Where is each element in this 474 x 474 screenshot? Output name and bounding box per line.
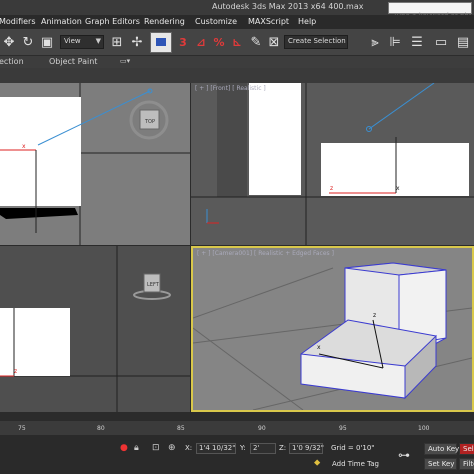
timeline-tick: 80	[97, 425, 105, 432]
grid-size-label: Grid = 0'10"	[331, 444, 375, 452]
key-mode-dropdown[interactable]: Selec	[459, 443, 474, 455]
ribbon-panel	[0, 68, 474, 83]
viewport-top-left[interactable]: TOP x	[0, 83, 190, 245]
viewport-front-canvas	[191, 83, 474, 245]
key-filters-button[interactable]: Filters...	[459, 458, 474, 470]
x-coordinate-field[interactable]: 1'4 10/32"	[196, 443, 236, 454]
menu-animation[interactable]: Animation	[41, 17, 82, 26]
timeline-tick: 75	[18, 425, 26, 432]
menu-modifiers[interactable]: Modifiers	[0, 17, 36, 26]
isolate-icon[interactable]: ⊡	[152, 443, 160, 453]
tab-selection[interactable]: ection	[0, 57, 24, 66]
reference-coord-value: View	[64, 37, 81, 45]
layer-manager-icon[interactable]: ☰	[408, 33, 426, 51]
axis-z-label: z	[373, 312, 377, 319]
spinner-snap-icon[interactable]: ⊾	[228, 33, 246, 51]
viewport-camera-label[interactable]: [ + ] [Camera001] [ Realistic + Edged Fa…	[197, 250, 334, 257]
y-label: Y:	[240, 444, 246, 452]
timeline-tick: 85	[177, 425, 185, 432]
edit-named-selection-icon[interactable]: ⊠	[265, 33, 283, 51]
main-toolbar: ✥ ↻ ▣ View ▼ ⊞ ✢ 3 ⊿ % ⊾ ✎ ⊠ Create Sele…	[0, 29, 474, 56]
reference-coord-dropdown[interactable]: View ▼	[60, 35, 104, 49]
pivot-center-icon[interactable]: ⊞	[108, 33, 126, 51]
curve-editor-icon[interactable]: ▤	[454, 33, 472, 51]
axis-z-label: z	[14, 368, 18, 375]
status-bar: ● 🔒︎ ⊡ ⊕ X: 1'4 10/32" Y: 2' Z: 1'0 9/32…	[0, 435, 474, 474]
add-time-tag-label[interactable]: Add Time Tag	[332, 460, 379, 468]
selection-lock-icon[interactable]: 🔒︎	[134, 443, 139, 453]
viewport-top-left-canvas: TOP	[0, 83, 190, 245]
menu-bar: Modifiers Animation Graph Editors Render…	[0, 15, 474, 29]
set-key-button[interactable]: Set Key	[424, 458, 457, 470]
timeline-tick: 90	[258, 425, 266, 432]
keyboard-icon	[156, 38, 166, 46]
search-box[interactable]	[388, 2, 472, 21]
wall-shadow	[217, 83, 247, 197]
set-key-icon[interactable]: ⊶	[398, 448, 410, 462]
viewport-front-label[interactable]: [ + ] [Front] [ Realistic ]	[195, 85, 266, 92]
axis-z-label: z	[330, 185, 334, 192]
angle-snap-icon[interactable]: ⊿	[192, 33, 210, 51]
x-coordinate-value: 1'4 10/32"	[199, 444, 236, 452]
selection-set-dropdown[interactable]: Create Selection Se	[284, 35, 348, 49]
box-object[interactable]	[0, 308, 70, 376]
rotate-icon[interactable]: ↻	[19, 33, 37, 51]
auto-key-button[interactable]: Auto Key	[424, 443, 459, 455]
chevron-down-icon: ▼	[95, 37, 101, 45]
shadow-shape	[0, 208, 78, 219]
z-label: Z:	[279, 444, 287, 452]
time-tag-icon: ⬥	[314, 458, 321, 468]
menu-customize[interactable]: Customize	[195, 17, 237, 26]
axis-x-label: x	[396, 185, 400, 192]
select-manipulate-icon[interactable]: ✢	[128, 33, 146, 51]
scale-icon[interactable]: ▣	[38, 33, 56, 51]
z-coordinate-value: 1'0 9/32"	[292, 444, 324, 452]
window-title: Autodesk 3ds Max 2013 x64 400.max	[212, 2, 364, 11]
timeline-ruler[interactable]: 75 80 85 90 95 100	[0, 421, 474, 435]
timeline-tick: 95	[339, 425, 347, 432]
named-selection-icon[interactable]: ✎	[247, 33, 265, 51]
graphite-ribbon-icon[interactable]: ▭	[432, 33, 450, 51]
viewport-camera-canvas	[193, 248, 472, 410]
svg-text:LEFT: LEFT	[147, 282, 160, 288]
x-label: X:	[185, 444, 193, 452]
timeline-tick: 100	[418, 425, 430, 432]
y-coordinate-value: 2'	[253, 444, 260, 452]
seat-object[interactable]	[321, 143, 469, 196]
menu-rendering[interactable]: Rendering	[144, 17, 185, 26]
svg-text:TOP: TOP	[144, 119, 155, 125]
keyboard-shortcut-override-button[interactable]	[150, 32, 172, 53]
menu-maxscript[interactable]: MAXScript	[248, 17, 289, 26]
z-coordinate-field[interactable]: 1'0 9/32"	[289, 443, 324, 454]
title-bar: Autodesk 3ds Max 2013 x64 400.max	[0, 0, 474, 21]
align-icon[interactable]: ⊫	[386, 33, 404, 51]
axis-x-label: x	[317, 344, 321, 351]
ribbon-options-icon[interactable]: ▭▾	[120, 57, 130, 65]
viewport-bottom-left[interactable]: LEFT z	[0, 246, 190, 412]
menu-graph-editors[interactable]: Graph Editors	[85, 17, 140, 26]
ribbon-tabs: ection Object Paint ▭▾	[0, 56, 474, 68]
3ds-max-window: Autodesk 3ds Max 2013 x64 400.max Modifi…	[0, 0, 474, 474]
box-object[interactable]	[0, 97, 81, 206]
viewport-front[interactable]: [ + ] [Front] [ Realistic ] z x	[191, 83, 474, 245]
menu-help[interactable]: Help	[298, 17, 316, 26]
back-panel-object[interactable]	[249, 83, 301, 195]
tab-object-paint[interactable]: Object Paint	[49, 57, 97, 66]
viewport-bottom-left-canvas: LEFT	[0, 246, 190, 412]
move-icon[interactable]: ✥	[0, 33, 18, 51]
lock-icon[interactable]: ●	[120, 443, 128, 453]
axis-x-label: x	[22, 143, 26, 150]
viewport-camera[interactable]: [ + ] [Camera001] [ Realistic + Edged Fa…	[191, 246, 474, 412]
selection-set-value: Create Selection Se	[288, 37, 347, 45]
mirror-icon[interactable]: ⫸	[366, 33, 384, 51]
snap-3d-icon[interactable]: 3	[174, 33, 192, 51]
percent-snap-icon[interactable]: %	[210, 33, 228, 51]
absolute-mode-icon[interactable]: ⊕	[168, 443, 176, 453]
y-coordinate-field[interactable]: 2'	[250, 443, 276, 454]
